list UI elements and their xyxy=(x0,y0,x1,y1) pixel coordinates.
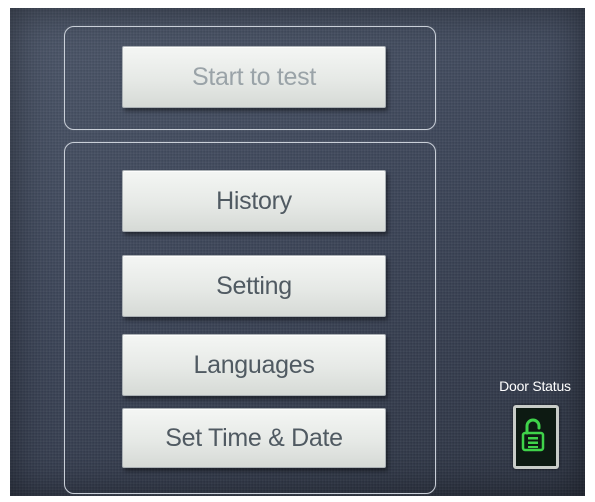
start-to-test-button[interactable]: Start to test xyxy=(122,46,386,108)
history-button[interactable]: History xyxy=(122,170,386,232)
door-status-label: Door Status xyxy=(499,378,571,394)
set-time-date-button[interactable]: Set Time & Date xyxy=(122,408,386,468)
setting-button[interactable]: Setting xyxy=(122,255,386,317)
unlocked-padlock-icon xyxy=(521,418,545,452)
touch-screen: Start to test History Setting Languages … xyxy=(10,8,585,496)
door-status-indicator[interactable] xyxy=(513,405,559,469)
languages-button[interactable]: Languages xyxy=(122,334,386,396)
